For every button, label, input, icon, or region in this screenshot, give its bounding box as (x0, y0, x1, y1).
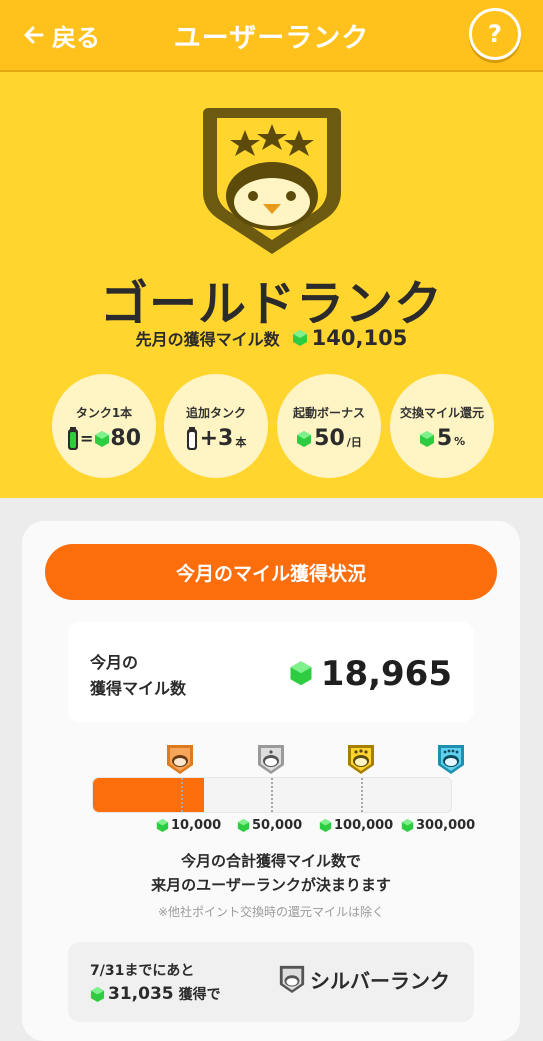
threshold-bronze: 10,000 (156, 818, 221, 833)
threshold-gold: 100,000 (319, 818, 393, 833)
perk-value: 80 (110, 426, 142, 451)
threshold-silver: 50,000 (237, 818, 302, 833)
header-bar: 戻る ユーザーランク ? (0, 0, 543, 72)
perk-label: 起動ボーナス (292, 406, 365, 420)
gold-rank-badge-icon (199, 100, 345, 260)
next-rank-label: シルバーランク (278, 964, 450, 994)
gem-icon (95, 430, 110, 447)
gem-icon (419, 430, 434, 447)
perk-value: 50 (314, 426, 345, 451)
perk-exchange-return: 交換マイル還元 5 % (390, 374, 494, 478)
rank-progress-fill (93, 778, 204, 812)
perk-unit: /日 (346, 435, 362, 449)
platinum-rank-icon (438, 745, 464, 774)
gem-icon (290, 661, 312, 686)
threshold-value: 100,000 (334, 818, 394, 833)
next-rank-remaining: 31,035 獲得で (90, 984, 221, 1004)
perk-extra-tank: 追加タンク +3 本 (164, 374, 268, 478)
tank-icon (67, 426, 78, 450)
gem-icon (90, 986, 105, 1002)
perk-label: 追加タンク (185, 406, 246, 420)
last-month-miles: 先月の獲得マイル数 140,105 (0, 326, 543, 350)
current-miles-label-line1: 今月の (90, 653, 139, 672)
last-month-label: 先月の獲得マイル数 (135, 330, 280, 349)
rank-rule-note: 今月の合計獲得マイル数で 来月のユーザーランクが決まります (22, 849, 520, 897)
perk-unit: % (454, 435, 466, 448)
perk-value: +3 (199, 426, 234, 451)
mile-status-button[interactable]: 今月のマイル獲得状況 (45, 544, 497, 600)
progress-tick (271, 778, 273, 812)
perk-tank: タンク1本 = 80 (52, 374, 156, 478)
current-miles-label-line2: 獲得マイル数 (90, 679, 187, 698)
remaining-suffix: 獲得で (178, 987, 221, 1003)
perk-label: 交換マイル還元 (399, 406, 484, 420)
exclusion-note: ※他社ポイント交換時の還元マイルは除く (157, 905, 385, 919)
silver-rank-icon (279, 965, 305, 993)
rank-hero: ゴールドランク 先月の獲得マイル数 140,105 タンク1本 = 80 追加タ… (0, 72, 543, 498)
current-miles-box: 今月の 獲得マイル数 18,965 (68, 622, 474, 722)
perk-launch-bonus: 起動ボーナス 50 /日 (277, 374, 381, 478)
rank-rule-line1: 今月の合計獲得マイル数で (180, 852, 361, 870)
threshold-value: 300,000 (416, 818, 476, 833)
question-icon: ? (488, 20, 502, 48)
empty-tank-icon (186, 426, 197, 450)
perk-label: タンク1本 (75, 406, 133, 420)
page-title: ユーザーランク (173, 23, 370, 54)
silver-rank-icon (258, 745, 284, 774)
gem-icon (292, 330, 307, 346)
gem-icon (237, 819, 250, 832)
perk-unit: 本 (235, 435, 247, 449)
current-miles-label: 今月の 獲得マイル数 (90, 650, 186, 702)
rank-rule-line2: 来月のユーザーランクが決まります (151, 876, 391, 894)
rank-name: ゴールドランク (99, 276, 443, 332)
gem-icon (297, 430, 312, 447)
current-miles-value: 18,965 (320, 654, 452, 694)
rank-progress-bar (92, 777, 452, 813)
progress-tick (181, 778, 183, 812)
last-month-value: 140,105 (311, 326, 408, 350)
next-rank-box: 7/31までにあと 31,035 獲得で シルバーランク (68, 942, 474, 1022)
threshold-value: 50,000 (252, 818, 303, 833)
equals-sign: = (79, 429, 94, 448)
progress-tick (361, 778, 363, 812)
threshold-value: 10,000 (171, 818, 222, 833)
perk-value: 5 (436, 426, 453, 451)
gem-icon (156, 819, 169, 832)
gem-icon (401, 819, 414, 832)
next-rank-deadline: 7/31までにあと (90, 963, 195, 979)
gem-icon (319, 819, 332, 832)
remaining-value: 31,035 (108, 984, 174, 1004)
bronze-rank-icon (167, 745, 193, 774)
threshold-platinum: 300,000 (401, 818, 475, 833)
mile-status-card: 今月のマイル獲得状況 今月の 獲得マイル数 18,965 10,000 50,0… (22, 521, 520, 1041)
gold-rank-icon (348, 745, 374, 774)
next-rank-name: シルバーランク (310, 968, 450, 993)
help-button[interactable]: ? (469, 8, 521, 60)
